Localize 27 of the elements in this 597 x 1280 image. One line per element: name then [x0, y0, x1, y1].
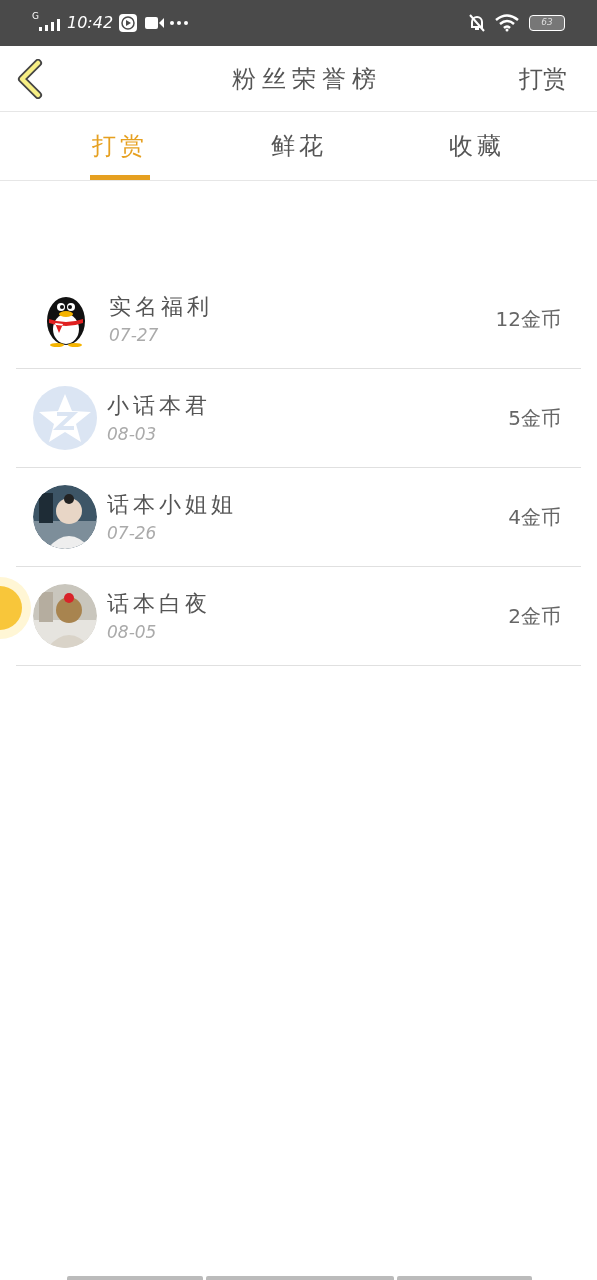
coin-amount: 12金币	[495, 306, 561, 333]
tip-button[interactable]: 打赏	[519, 60, 581, 97]
tip-date: 07-27	[109, 323, 160, 347]
tab[interactable]: 鲜花	[268, 112, 329, 180]
star-avatar-icon	[33, 386, 97, 450]
fan-name: 小话本君	[107, 391, 212, 420]
fan-name: 话本小姐姐	[107, 490, 238, 519]
coin-amount: 2金币	[508, 603, 561, 630]
back-icon[interactable]	[16, 58, 44, 99]
wifi-icon	[495, 14, 521, 32]
play-icon	[119, 14, 138, 32]
coin-amount: 4金币	[508, 504, 561, 531]
fan-name: 话本白夜	[107, 589, 212, 618]
fan-name: 实名福利	[109, 292, 214, 321]
signal-icon	[39, 19, 61, 31]
tip-date: 08-03	[107, 422, 158, 446]
tip-date: 08-05	[107, 620, 158, 644]
battery-indicator: 63	[529, 15, 565, 31]
tip-date: 07-26	[107, 521, 158, 545]
clock-time: 10:42	[67, 12, 114, 34]
more-icon	[170, 21, 189, 25]
video-camera-icon	[145, 17, 165, 29]
network-type: G	[32, 10, 39, 23]
page-title: 粉丝荣誉榜	[230, 63, 383, 95]
coin-amount: 5金币	[508, 405, 561, 432]
tab[interactable]: 收藏	[447, 112, 507, 180]
bell-muted-icon	[469, 14, 485, 32]
